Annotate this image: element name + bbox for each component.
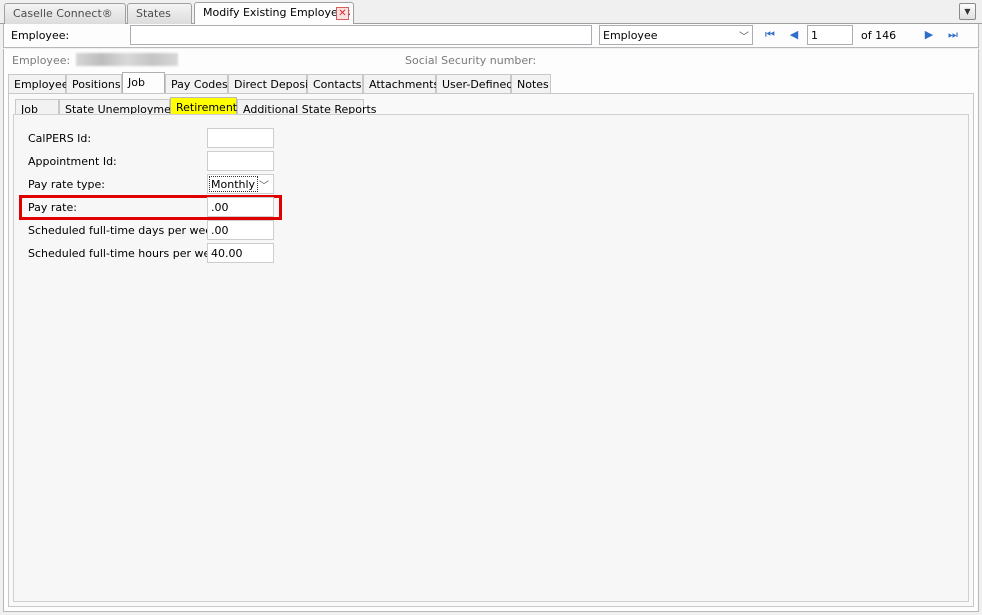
doc-tab-modify-existing-employees[interactable]: Modify Existing Employees ✕ bbox=[194, 2, 354, 24]
full-time-days-label: Scheduled full-time days per week: bbox=[28, 224, 223, 237]
pay-rate-type-select[interactable]: Monthly ﹀ bbox=[207, 174, 274, 194]
pay-rate-type-value: Monthly bbox=[209, 176, 259, 192]
job-tab-panel: Job State Unemployment Retirement Additi… bbox=[8, 93, 974, 607]
tab-label: Attachments bbox=[369, 78, 440, 91]
tab-label: Pay Codes bbox=[171, 78, 228, 91]
tab-menu-dropdown-button[interactable]: ▼ bbox=[959, 3, 976, 20]
tab-attachments[interactable]: Attachments bbox=[363, 74, 440, 94]
employee-lookup-bar: Employee: Employee ﹀ ⏮ ◀ 1 of 146 ▶ ⏭ bbox=[3, 24, 979, 48]
tab-notes[interactable]: Notes bbox=[511, 74, 551, 94]
tab-label: Positions bbox=[72, 78, 121, 91]
chevron-down-icon: ﹀ bbox=[739, 32, 749, 43]
employee-lookup-input[interactable] bbox=[130, 25, 592, 45]
doc-tab-label: Caselle Connect® bbox=[13, 7, 113, 20]
doc-tab-label: Modify Existing Employees bbox=[203, 6, 351, 19]
first-record-icon[interactable]: ⏮ bbox=[763, 28, 777, 42]
full-time-days-input[interactable]: .00 bbox=[207, 220, 274, 240]
close-tab-icon[interactable]: ✕ bbox=[336, 7, 349, 20]
tab-label: User-Defined bbox=[442, 78, 514, 91]
doc-tab-states[interactable]: States bbox=[127, 3, 192, 24]
tab-label: Employee bbox=[14, 78, 69, 91]
pay-rate-label: Pay rate: bbox=[28, 201, 77, 214]
last-record-icon[interactable]: ⏭ bbox=[946, 28, 960, 42]
doc-tab-caselle-connect[interactable]: Caselle Connect® bbox=[4, 3, 126, 24]
doc-tab-label: States bbox=[136, 7, 171, 20]
pay-rate-input[interactable]: .00 bbox=[207, 197, 274, 217]
employee-lookup-label: Employee: bbox=[11, 29, 70, 42]
appointment-id-input[interactable] bbox=[207, 151, 274, 171]
full-time-hours-input[interactable]: 40.00 bbox=[207, 243, 274, 263]
calpers-id-label: CalPERS Id: bbox=[28, 132, 92, 145]
tab-employee[interactable]: Employee bbox=[8, 74, 69, 94]
record-type-select[interactable]: Employee ﹀ bbox=[599, 25, 753, 45]
tab-label: Notes bbox=[517, 78, 549, 91]
employee-info-label: Employee: bbox=[12, 54, 71, 67]
document-tab-bar: Caselle Connect® States Modify Existing … bbox=[0, 0, 982, 24]
record-number-input[interactable]: 1 bbox=[807, 25, 853, 45]
record-type-value: Employee bbox=[603, 29, 658, 42]
retirement-form-panel: CalPERS Id: Appointment Id: Pay rate typ… bbox=[13, 114, 969, 602]
previous-record-icon[interactable]: ◀ bbox=[787, 28, 801, 42]
record-total-label: of 146 bbox=[861, 29, 897, 42]
chevron-down-icon: ﹀ bbox=[259, 181, 269, 192]
ssn-label: Social Security number: bbox=[405, 54, 537, 67]
employee-info-row: Employee: Social Security number: bbox=[3, 49, 979, 71]
full-time-hours-label: Scheduled full-time hours per week: bbox=[28, 247, 228, 260]
pay-rate-type-label: Pay rate type: bbox=[28, 178, 106, 191]
tab-label: Direct Deposit bbox=[234, 78, 313, 91]
tab-label: Job bbox=[128, 76, 145, 89]
redacted-employee-name bbox=[76, 53, 178, 66]
tab-direct-deposit[interactable]: Direct Deposit bbox=[228, 74, 312, 94]
tab-label: Contacts bbox=[313, 78, 362, 91]
employee-detail-area: Employee Positions Job Pay Codes Direct … bbox=[3, 71, 979, 612]
tab-pay-codes[interactable]: Pay Codes bbox=[165, 74, 228, 94]
next-record-icon[interactable]: ▶ bbox=[922, 28, 936, 42]
tab-job[interactable]: Job bbox=[122, 72, 165, 95]
subtab-label: Retirement bbox=[176, 101, 238, 114]
calpers-id-input[interactable] bbox=[207, 128, 274, 148]
appointment-id-label: Appointment Id: bbox=[28, 155, 117, 168]
tab-positions[interactable]: Positions bbox=[66, 74, 122, 94]
tab-user-defined[interactable]: User-Defined bbox=[436, 74, 514, 94]
tab-contacts[interactable]: Contacts bbox=[307, 74, 363, 94]
